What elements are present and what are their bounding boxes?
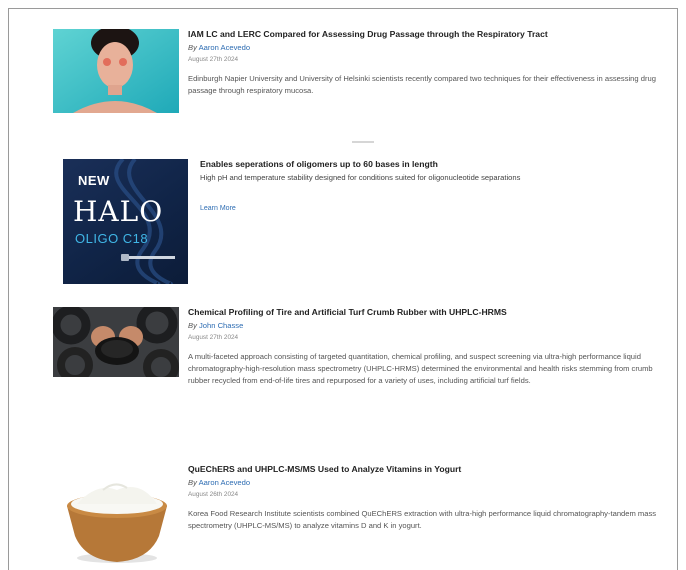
byline-prefix: By xyxy=(188,43,197,52)
learn-more-link[interactable]: Learn More xyxy=(200,205,236,212)
article-summary: Korea Food Research Institute scientists… xyxy=(188,509,657,530)
article-thumbnail[interactable] xyxy=(53,29,179,113)
article-byline: By Aaron Acevedo xyxy=(188,478,667,488)
article-date: August 27th 2024 xyxy=(188,334,239,341)
article-thumbnail[interactable] xyxy=(53,307,179,377)
byline-prefix: By xyxy=(188,321,197,330)
article-thumbnail[interactable] xyxy=(53,476,179,566)
ad-image[interactable]: NEW HALO OLIGO C18 xyxy=(63,159,188,284)
article-date: August 26th 2024 xyxy=(188,491,239,498)
article-summary: A multi-faceted approach consisting of t… xyxy=(188,352,653,385)
byline-prefix: By xyxy=(188,478,197,487)
article-author-link[interactable]: Aaron Acevedo xyxy=(199,43,251,52)
ad-title[interactable]: Enables seperations of oligomers up to 6… xyxy=(200,159,663,170)
article-date: August 27th 2024 xyxy=(188,56,239,63)
article-title[interactable]: Chemical Profiling of Tire and Artificia… xyxy=(188,307,667,318)
ad-description: High pH and temperature stability design… xyxy=(200,173,521,182)
ad-product-line: OLIGO C18 xyxy=(75,231,149,246)
sponsored-ad: NEW HALO OLIGO C18 Enables seperations o… xyxy=(63,159,663,289)
section-divider xyxy=(352,141,374,143)
news-feed: IAM LC and LERC Compared for Assessing D… xyxy=(8,8,678,570)
article-byline: By John Chasse xyxy=(188,321,667,331)
article-author-link[interactable]: John Chasse xyxy=(199,321,243,330)
article-title[interactable]: QuEChERS and UHPLC-MS/MS Used to Analyze… xyxy=(188,464,667,475)
article-title[interactable]: IAM LC and LERC Compared for Assessing D… xyxy=(188,29,667,40)
ad-badge: NEW xyxy=(78,173,110,188)
article-summary: Edinburgh Napier University and Universi… xyxy=(188,74,656,95)
article-byline: By Aaron Acevedo xyxy=(188,43,667,53)
ad-brand-logo: HALO xyxy=(73,195,164,228)
article-author-link[interactable]: Aaron Acevedo xyxy=(199,478,251,487)
